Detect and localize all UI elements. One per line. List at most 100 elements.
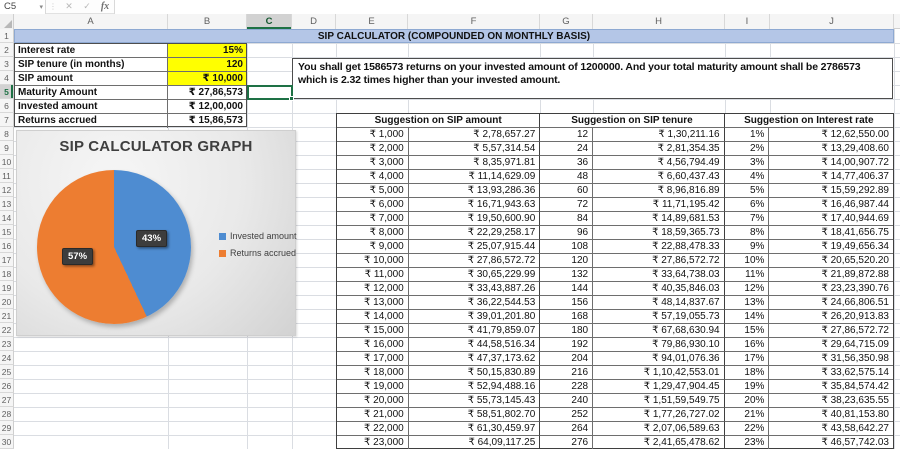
row-header-29[interactable]: 29 — [0, 421, 14, 435]
table-cell[interactable]: ₹ 14,77,406.37 — [769, 170, 893, 184]
table-cell[interactable]: ₹ 8,96,816.89 — [593, 184, 725, 198]
table-cell[interactable]: ₹ 4,56,794.49 — [593, 156, 725, 170]
table-cell[interactable]: 72 — [540, 198, 594, 212]
table-cell[interactable]: 9% — [724, 240, 770, 254]
table-cell[interactable]: ₹ 7,000 — [337, 212, 409, 226]
pie-chart[interactable]: SIP CALCULATOR GRAPH 43% 57% Invested am… — [16, 130, 297, 336]
table-cell[interactable]: ₹ 18,41,656.75 — [769, 226, 893, 240]
table-cell[interactable]: ₹ 1,000 — [337, 128, 409, 142]
row-header-12[interactable]: 12 — [0, 183, 14, 197]
table-cell[interactable]: 21% — [724, 408, 770, 422]
table-cell[interactable]: 24 — [540, 142, 594, 156]
table-cell[interactable]: ₹ 16,46,987.44 — [769, 198, 893, 212]
table-cell[interactable]: ₹ 25,07,915.44 — [408, 240, 541, 254]
table-cell[interactable]: ₹ 55,73,145.43 — [408, 394, 541, 408]
formula-input[interactable] — [114, 0, 900, 14]
summary-row-5[interactable]: Invested amount ₹ 12,00,000 — [15, 100, 246, 114]
table-cell[interactable]: ₹ 58,51,802.70 — [408, 408, 541, 422]
table-cell[interactable]: ₹ 47,37,173.62 — [408, 352, 541, 366]
row-header-30[interactable]: 30 — [0, 435, 14, 449]
message-box-cell[interactable]: You shall get 1586573 returns on your in… — [292, 58, 893, 99]
row-header-20[interactable]: 20 — [0, 295, 14, 309]
table-cell[interactable]: ₹ 10,000 — [337, 254, 409, 268]
legend-item[interactable]: Returns accrued — [219, 248, 297, 258]
row-header-18[interactable]: 18 — [0, 267, 14, 281]
legend-item[interactable]: Invested amount — [219, 231, 297, 241]
table-cell[interactable]: ₹ 33,43,887.26 — [408, 282, 541, 296]
table-cell[interactable]: ₹ 64,09,117.25 — [409, 436, 541, 449]
table-cell[interactable]: ₹ 22,29,258.17 — [408, 226, 541, 240]
table-cell[interactable]: 216 — [540, 366, 594, 380]
table-cell[interactable]: ₹ 20,000 — [337, 394, 409, 408]
table-cell[interactable]: ₹ 27,86,572.72 — [593, 254, 725, 268]
row-header-19[interactable]: 19 — [0, 281, 14, 295]
column-header-j[interactable]: J — [770, 14, 894, 29]
table-cell[interactable]: 240 — [540, 394, 594, 408]
table-cell[interactable]: ₹ 39,01,201.80 — [408, 310, 541, 324]
table-cell[interactable]: ₹ 22,000 — [337, 422, 409, 436]
table-cell[interactable]: ₹ 1,29,47,904.45 — [593, 380, 725, 394]
table-cell[interactable]: 12% — [724, 282, 770, 296]
table-cell[interactable]: ₹ 21,000 — [337, 408, 409, 422]
table-cell[interactable]: ₹ 33,64,738.03 — [593, 268, 725, 282]
column-header-a[interactable]: A — [14, 14, 168, 29]
table-cell[interactable]: ₹ 43,58,642.27 — [769, 422, 893, 436]
summary-row-6[interactable]: Returns accrued ₹ 15,86,573 — [15, 114, 246, 128]
table-cell[interactable]: 96 — [540, 226, 594, 240]
table-cell[interactable]: ₹ 19,000 — [337, 380, 409, 394]
selected-cell-c5[interactable] — [247, 85, 294, 101]
table-cell[interactable]: ₹ 57,19,055.73 — [593, 310, 725, 324]
row-header-21[interactable]: 21 — [0, 309, 14, 323]
table-cell[interactable]: ₹ 16,000 — [337, 338, 409, 352]
suggestions-table[interactable]: Suggestion on SIP amount Suggestion on SI… — [336, 113, 894, 449]
row-header-9[interactable]: 9 — [0, 141, 14, 155]
summary-value[interactable]: ₹ 15,86,573 — [168, 114, 246, 128]
table-cell[interactable]: ₹ 40,81,153.80 — [769, 408, 893, 422]
table-cell[interactable]: 264 — [540, 422, 594, 436]
row-header-25[interactable]: 25 — [0, 365, 14, 379]
table-cell[interactable]: ₹ 19,49,656.34 — [769, 240, 893, 254]
title-banner-cell[interactable]: SIP CALCULATOR (COMPOUNDED ON MONTHLY BA… — [14, 29, 894, 43]
table-cell[interactable]: 132 — [540, 268, 594, 282]
table-cell[interactable]: ₹ 14,89,681.53 — [593, 212, 725, 226]
row-header-8[interactable]: 8 — [0, 127, 14, 141]
table-cell[interactable]: ₹ 20,65,520.20 — [769, 254, 893, 268]
row-header-2[interactable]: 2 — [0, 43, 14, 57]
table-cell[interactable]: ₹ 29,64,715.09 — [769, 338, 893, 352]
table-cell[interactable]: 11% — [724, 268, 770, 282]
table-cell[interactable]: ₹ 1,10,42,553.01 — [593, 366, 725, 380]
table-cell[interactable]: ₹ 50,15,830.89 — [408, 366, 541, 380]
table-cell[interactable]: ₹ 18,000 — [337, 366, 409, 380]
table-cell[interactable]: 156 — [540, 296, 594, 310]
row-header-16[interactable]: 16 — [0, 239, 14, 253]
table-cell[interactable]: 108 — [540, 240, 594, 254]
table-cell[interactable]: 60 — [540, 184, 594, 198]
table-cell[interactable]: ₹ 14,000 — [337, 310, 409, 324]
table-cell[interactable]: ₹ 17,40,944.69 — [769, 212, 893, 226]
table-cell[interactable]: 8% — [724, 226, 770, 240]
table-cell[interactable]: 204 — [540, 352, 594, 366]
table-cell[interactable]: ₹ 11,000 — [337, 268, 409, 282]
table-cell[interactable]: 228 — [540, 380, 594, 394]
table-cell[interactable]: 6% — [724, 198, 770, 212]
row-header-3[interactable]: 3 — [0, 57, 14, 71]
table-cell[interactable]: ₹ 13,29,408.60 — [769, 142, 893, 156]
select-all-corner[interactable] — [0, 14, 14, 29]
table-cell[interactable]: ₹ 16,71,943.63 — [408, 198, 541, 212]
table-cell[interactable]: 23% — [725, 436, 770, 449]
table-cell[interactable]: ₹ 33,62,575.14 — [769, 366, 893, 380]
table-cell[interactable]: 3% — [724, 156, 770, 170]
table-cell[interactable]: 17% — [724, 352, 770, 366]
table-cell[interactable]: ₹ 94,01,076.36 — [593, 352, 725, 366]
table-cell[interactable]: ₹ 2,81,354.35 — [593, 142, 725, 156]
table-cell[interactable]: ₹ 2,07,06,589.63 — [593, 422, 725, 436]
table-cell[interactable]: ₹ 41,79,859.07 — [408, 324, 541, 338]
column-header-c[interactable]: C — [247, 14, 292, 29]
column-header-e[interactable]: E — [336, 14, 408, 29]
row-header-10[interactable]: 10 — [0, 155, 14, 169]
column-header-i[interactable]: I — [725, 14, 770, 29]
row-header-1[interactable]: 1 — [0, 29, 14, 43]
table-cell[interactable]: ₹ 2,000 — [337, 142, 409, 156]
row-header-15[interactable]: 15 — [0, 225, 14, 239]
table-cell[interactable]: ₹ 38,23,635.55 — [769, 394, 893, 408]
